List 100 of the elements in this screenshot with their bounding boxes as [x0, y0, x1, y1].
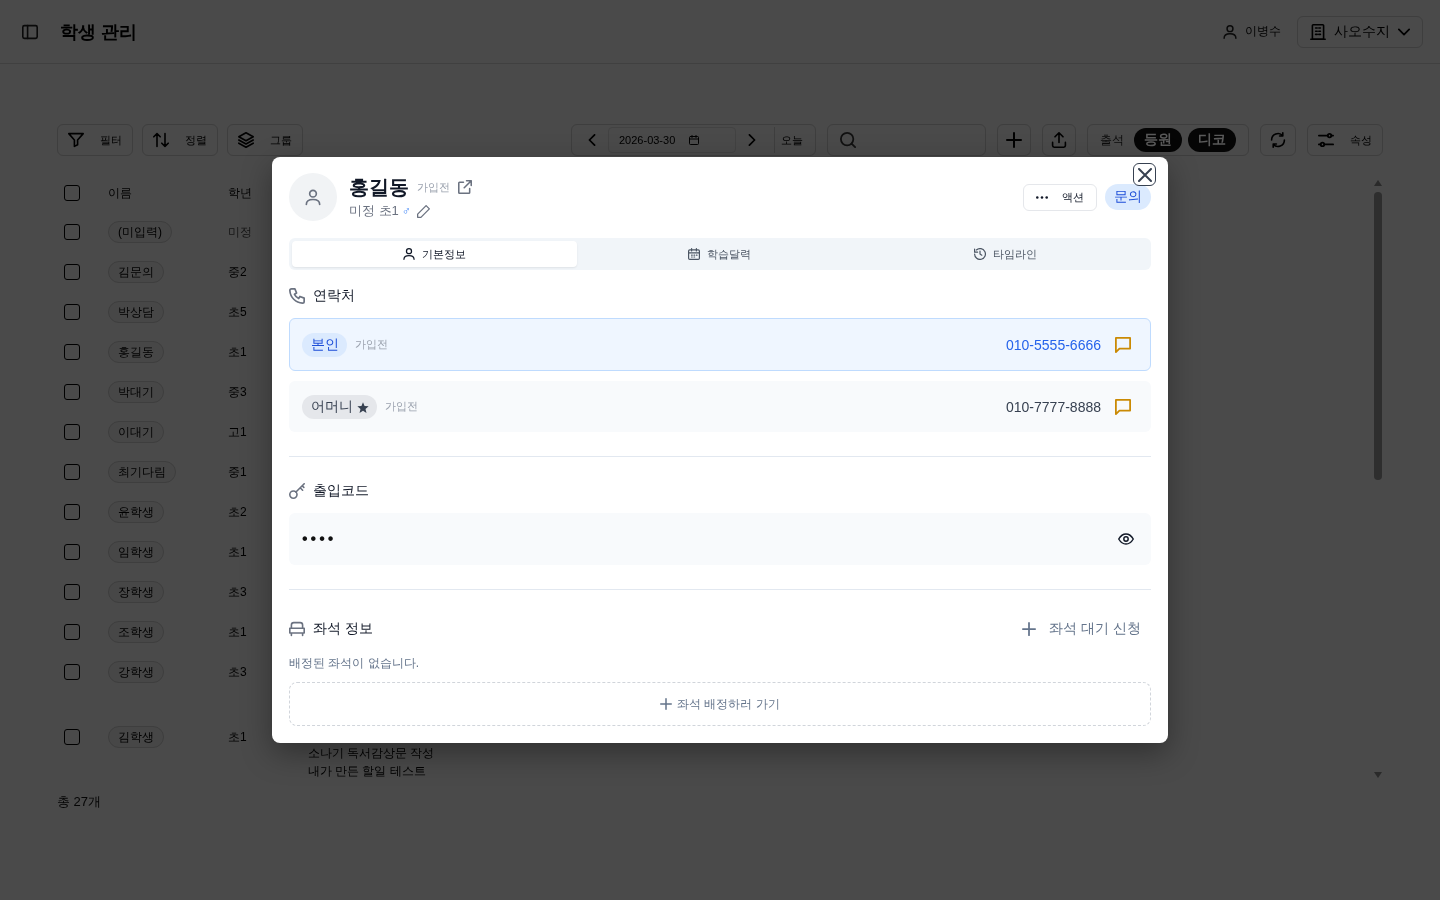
group-button[interactable]: 그룹 — [227, 124, 303, 156]
filter-button[interactable]: 필터 — [57, 124, 133, 156]
organization-dropdown[interactable]: 사오수지 — [1297, 15, 1423, 48]
row-checkbox[interactable] — [64, 584, 80, 600]
column-header: 이름 — [108, 184, 132, 202]
chevron-left-icon — [586, 134, 598, 146]
row-checkbox[interactable] — [64, 224, 80, 240]
search-field[interactable] — [827, 124, 986, 156]
grade-text: 초3 — [228, 663, 247, 681]
building-icon — [1310, 23, 1326, 40]
phone-icon — [289, 288, 305, 304]
total-count: 총 27개 — [57, 793, 102, 811]
filter-icon — [68, 132, 84, 148]
row-checkbox[interactable] — [64, 344, 80, 360]
row-checkbox[interactable] — [64, 504, 80, 520]
phone-number[interactable]: 010-5555-6666 — [1006, 336, 1101, 353]
message-icon[interactable] — [1115, 336, 1131, 353]
student-name-chip[interactable]: 홍길동 — [108, 341, 164, 363]
sidebar-toggle-icon[interactable] — [22, 23, 38, 40]
grade-text: 중1 — [228, 463, 247, 481]
refresh-button[interactable] — [1260, 124, 1296, 156]
external-link-icon[interactable] — [458, 180, 472, 194]
message-icon[interactable] — [1115, 398, 1131, 415]
grade-text: 초2 — [228, 503, 247, 521]
student-name-chip[interactable]: 조학생 — [108, 621, 164, 643]
grade-text: 초1 — [228, 343, 247, 361]
calendar-icon — [689, 135, 700, 145]
sort-arrows-icon — [153, 132, 169, 148]
assign-seat-button[interactable]: 좌석 배정하러 가기 — [289, 682, 1151, 726]
contact-card[interactable]: 본인 가입전 010-5555-6666 — [289, 318, 1151, 371]
pencil-icon[interactable] — [416, 204, 430, 218]
row-checkbox[interactable] — [64, 729, 80, 745]
properties-button[interactable]: 속성 — [1307, 124, 1383, 156]
more-dots-icon — [1036, 195, 1048, 199]
tab[interactable]: 기본정보 — [292, 241, 578, 267]
tab[interactable]: 타임라인 — [862, 241, 1148, 267]
filter-toggle[interactable]: 출석 — [1096, 128, 1128, 152]
date-field[interactable]: 2026-03-30 — [608, 127, 736, 153]
avatar-icon — [289, 173, 337, 221]
contact-card[interactable]: 어머니 가입전 010-7777-8888 — [289, 381, 1151, 432]
grade-text: 초5 — [228, 303, 247, 321]
seat-icon — [289, 621, 305, 637]
student-name-chip[interactable]: 박상담 — [108, 301, 164, 323]
row-checkbox[interactable] — [64, 424, 80, 440]
student-name-chip[interactable]: 최기다림 — [108, 461, 176, 483]
student-name-chip[interactable]: 장학생 — [108, 581, 164, 603]
scroll-down-icon[interactable] — [1374, 772, 1382, 778]
inquiry-badge: 문의 — [1105, 184, 1151, 210]
student-name-chip[interactable]: 윤학생 — [108, 501, 164, 523]
sort-button[interactable]: 정렬 — [142, 124, 218, 156]
student-name-chip[interactable]: 박대기 — [108, 381, 164, 403]
row-checkbox[interactable] — [64, 624, 80, 640]
status-text: 가입전 — [355, 337, 388, 352]
student-name-chip[interactable]: (미입력) — [108, 221, 172, 243]
close-button[interactable] — [1133, 163, 1156, 186]
close-icon — [1137, 167, 1152, 182]
student-name-chip[interactable]: 김학생 — [108, 726, 164, 748]
relation-tag: 본인 — [302, 332, 347, 357]
gender-symbol: ♂ — [401, 204, 411, 218]
task-text: 소나기 독서감상문 작성 — [308, 746, 435, 761]
refresh-icon — [1270, 132, 1286, 148]
row-checkbox[interactable] — [64, 304, 80, 320]
filter-toggle[interactable]: 등원 — [1134, 128, 1182, 152]
upload-button[interactable] — [1042, 124, 1076, 156]
row-checkbox[interactable] — [64, 464, 80, 480]
student-name-chip[interactable]: 임학생 — [108, 541, 164, 563]
row-checkbox[interactable] — [64, 544, 80, 560]
student-name-chip[interactable]: 이대기 — [108, 421, 164, 443]
chevron-right-icon — [746, 134, 758, 146]
student-name-chip[interactable]: 강학생 — [108, 661, 164, 683]
phone-number[interactable]: 010-7777-8888 — [1006, 398, 1101, 415]
eye-icon[interactable] — [1118, 531, 1134, 547]
grade-text: 초1 — [228, 543, 247, 561]
today-button[interactable]: 오늘 — [774, 127, 809, 153]
status-text: 가입전 — [417, 179, 450, 195]
section-title: 좌석 정보 — [313, 620, 373, 638]
row-checkbox[interactable] — [64, 264, 80, 280]
column-header: 학년 — [228, 184, 252, 202]
scroll-up-icon[interactable] — [1374, 180, 1382, 186]
task-text: 내가 만든 할일 테스트 — [308, 764, 426, 779]
select-all-checkbox[interactable] — [64, 185, 80, 201]
grade-text: 초3 — [228, 583, 247, 601]
scrollbar-thumb[interactable] — [1374, 192, 1382, 480]
search-icon — [840, 132, 856, 148]
add-button[interactable] — [997, 124, 1031, 156]
section-title: 출입코드 — [313, 482, 369, 500]
history-icon — [973, 248, 986, 260]
action-button[interactable]: 액션 — [1023, 183, 1097, 211]
seat-waitlist-button[interactable]: 좌석 대기 신청 — [1012, 613, 1151, 645]
upload-icon — [1051, 132, 1067, 148]
row-checkbox[interactable] — [64, 384, 80, 400]
page-title: 학생 관리 — [60, 20, 137, 44]
student-name-chip[interactable]: 김문의 — [108, 261, 164, 283]
filter-toggle[interactable]: 디코 — [1188, 128, 1236, 152]
tab[interactable]: 학습달력 — [577, 241, 863, 267]
row-checkbox[interactable] — [64, 664, 80, 680]
grade-text: 초1 — [228, 623, 247, 641]
plus-icon — [1022, 622, 1037, 636]
access-code-field[interactable]: •••• — [289, 513, 1151, 565]
grade-text: 중2 — [228, 263, 247, 281]
